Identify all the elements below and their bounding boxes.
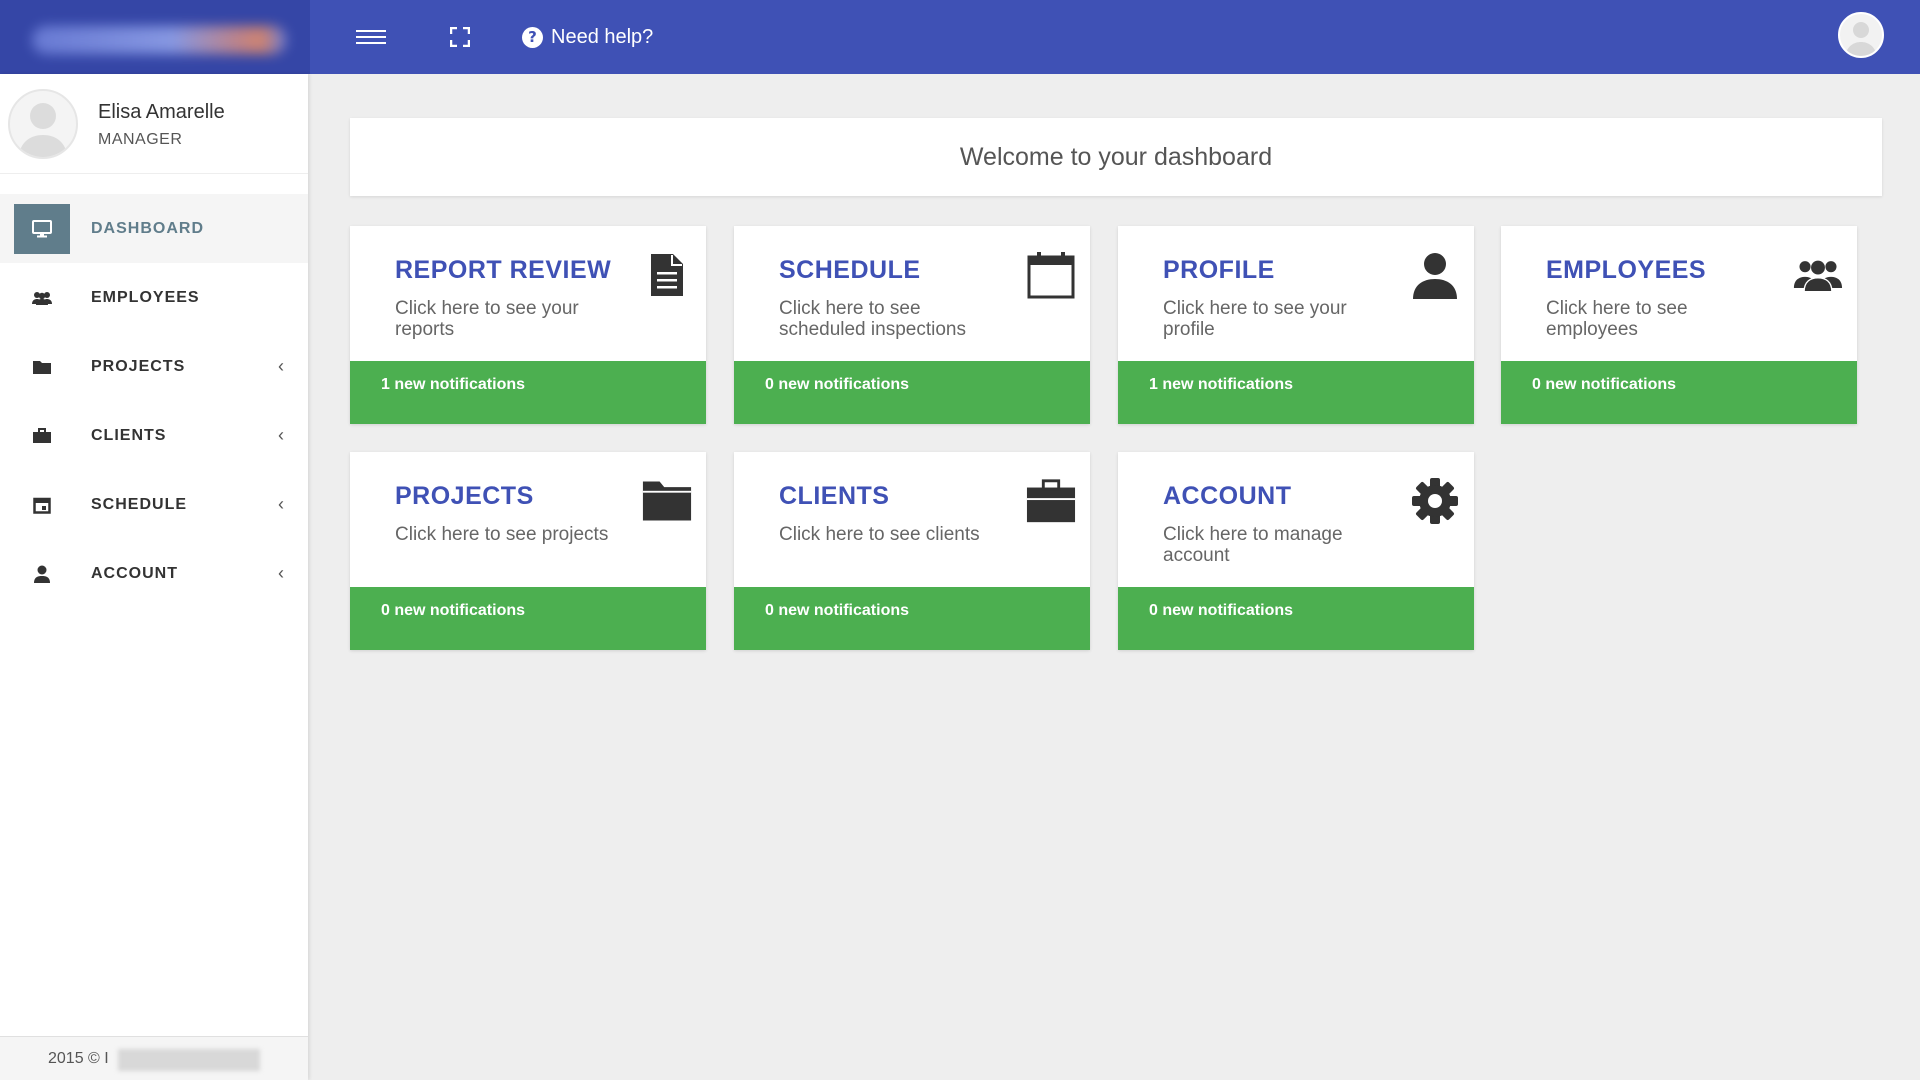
card-description: Click here to see clients [779,524,980,545]
fullscreen-button[interactable] [440,17,480,57]
menu-toggle-button[interactable] [350,17,392,57]
sidebar-item-account[interactable]: ACCOUNT ‹ [0,539,308,608]
sidebar-item-schedule[interactable]: SCHEDULE ‹ [0,470,308,539]
avatar [8,89,78,159]
card-description: Click here to see your reports [395,298,579,340]
card-description: Click here to manage account [1163,524,1343,566]
monitor-icon [14,203,70,254]
person-icon [1410,250,1460,300]
card-profile[interactable]: PROFILE Click here to see your profile 1… [1118,226,1474,424]
brand-logo[interactable] [0,0,310,74]
user-name: Elisa Amarelle [98,101,225,123]
blurred-company-name [118,1049,260,1071]
card-schedule[interactable]: SCHEDULE Click here to see scheduled ins… [734,226,1090,424]
sidebar-item-label: ACCOUNT [91,564,178,582]
briefcase-icon [14,411,70,461]
welcome-banner: Welcome to your dashboard [350,118,1882,196]
user-avatar-button[interactable] [1838,12,1884,58]
calendar-icon [1026,250,1076,300]
card-title: SCHEDULE [779,256,921,284]
group-icon [1793,250,1843,300]
top-bar: ? Need help? [0,0,1920,74]
copyright-text: 2015 © I [48,1049,109,1067]
card-title: EMPLOYEES [1546,256,1707,284]
card-title: PROFILE [1163,256,1275,284]
sidebar-item-projects[interactable]: PROJECTS ‹ [0,332,308,401]
card-title: CLIENTS [779,482,890,510]
document-icon [642,250,692,300]
blurred-logo [32,26,287,54]
help-link[interactable]: ? Need help? [522,17,672,57]
hamburger-icon [356,30,386,44]
notification-bar: 0 new notifications [734,587,1090,650]
sidebar-item-label: EMPLOYEES [91,288,200,306]
sidebar-item-clients[interactable]: CLIENTS ‹ [0,401,308,470]
card-description: Click here to see scheduled inspections [779,298,966,340]
notification-bar: 1 new notifications [1118,361,1474,424]
user-role: MANAGER [98,131,183,148]
sidebar-item-employees[interactable]: EMPLOYEES [0,263,308,332]
folder-icon [14,342,70,392]
card-account[interactable]: ACCOUNT Click here to manage account 0 n… [1118,452,1474,650]
card-clients[interactable]: CLIENTS Click here to see clients 0 new … [734,452,1090,650]
sidebar-item-label: PROJECTS [91,357,186,375]
notification-bar: 0 new notifications [1501,361,1857,424]
chevron-left-icon: ‹ [278,425,284,445]
card-projects[interactable]: PROJECTS Click here to see projects 0 ne… [350,452,706,650]
notification-bar: 1 new notifications [350,361,706,424]
card-title: PROJECTS [395,482,534,510]
calendar-icon [14,480,70,530]
sidebar: Elisa Amarelle MANAGER DASHBOARD EMPLOYE… [0,74,308,1080]
avatar-icon [1845,22,1877,56]
chevron-left-icon: ‹ [278,356,284,376]
chevron-left-icon: ‹ [278,494,284,514]
group-icon [14,273,70,323]
user-panel: Elisa Amarelle MANAGER [0,74,308,174]
notification-bar: 0 new notifications [734,361,1090,424]
notification-bar: 0 new notifications [1118,587,1474,650]
sidebar-item-label: DASHBOARD [91,219,204,237]
help-label: Need help? [551,25,654,48]
folder-icon [642,476,692,526]
card-description: Click here to see employees [1546,298,1688,340]
card-description: Click here to see your profile [1163,298,1347,340]
question-icon: ? [522,26,543,48]
briefcase-icon [1026,476,1076,526]
card-employees[interactable]: EMPLOYEES Click here to see employees 0 … [1501,226,1857,424]
card-title: REPORT REVIEW [395,256,612,284]
sidebar-item-label: SCHEDULE [91,495,188,513]
sidebar-item-dashboard[interactable]: DASHBOARD [0,194,308,263]
gear-icon [1410,476,1460,526]
sidebar-item-label: CLIENTS [91,426,167,444]
card-description: Click here to see projects [395,524,609,545]
person-icon [14,549,70,599]
card-report-review[interactable]: REPORT REVIEW Click here to see your rep… [350,226,706,424]
sidebar-nav: DASHBOARD EMPLOYEES PROJECTS ‹ CLIENTS ‹ [0,194,308,608]
card-title: ACCOUNT [1163,482,1292,510]
chevron-left-icon: ‹ [278,563,284,583]
fullscreen-icon [450,27,470,47]
sidebar-footer: 2015 © I [0,1036,308,1080]
avatar-icon [18,103,68,157]
notification-bar: 0 new notifications [350,587,706,650]
